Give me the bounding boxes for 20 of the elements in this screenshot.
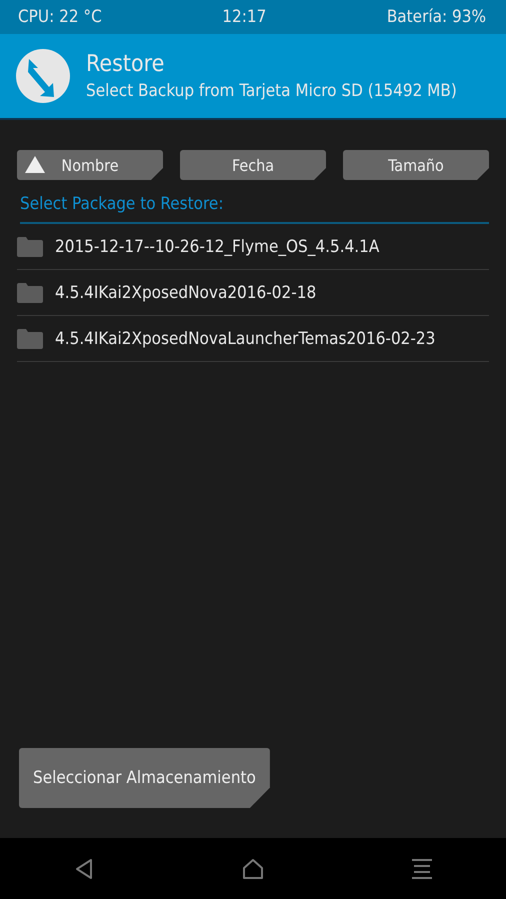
clock: 12:17 (222, 7, 266, 27)
cpu-temperature: CPU: 22 °C (18, 7, 102, 27)
package-name[interactable]: 4.5.4IKai2XposedNova2016-02-18 (55, 282, 316, 302)
folder-icon (17, 282, 43, 302)
menu-icon[interactable] (410, 856, 434, 880)
page-title: Restore (86, 51, 166, 77)
sort-button[interactable]: Fecha (180, 150, 326, 180)
sort-button[interactable]: Nombre (17, 150, 163, 180)
home-icon[interactable] (240, 856, 265, 880)
sort-ascending-icon (25, 156, 45, 173)
battery-level: Batería: 93% (386, 7, 486, 27)
list-heading: Select Package to Restore: (20, 194, 489, 224)
package-name[interactable]: 2015-12-17--10-26-12_Flyme_OS_4.5.4.1A (55, 236, 380, 256)
logo-icon (16, 49, 70, 103)
select-storage-button[interactable]: Seleccionar Almacenamiento (19, 748, 270, 808)
package-name[interactable]: 4.5.4IKai2XposedNovaLauncherTemas2016-02-23 (55, 328, 436, 348)
sort-button[interactable]: Tamaño (343, 150, 489, 180)
folder-icon (17, 328, 43, 348)
folder-icon (17, 236, 43, 256)
page-subtitle: Select Backup from Tarjeta Micro SD (15492 MB) (86, 81, 457, 101)
